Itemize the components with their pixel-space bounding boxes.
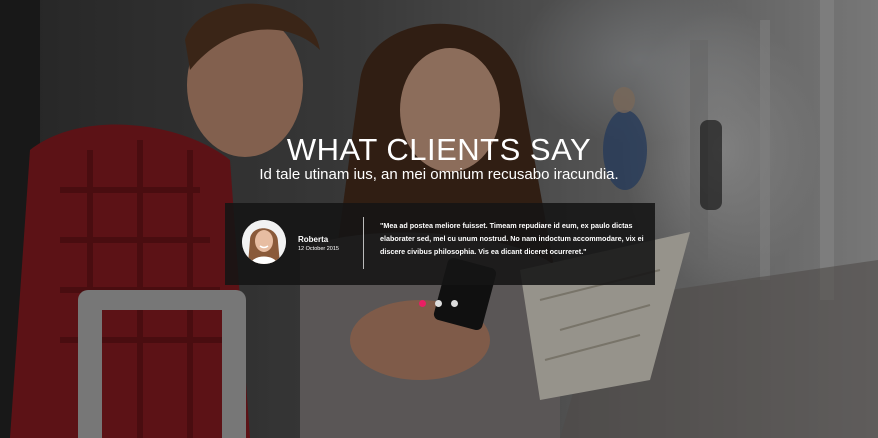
- card-divider: [363, 217, 364, 269]
- section-title: WHAT CLIENTS SAY: [286, 132, 592, 167]
- testimonial-quote: "Mea ad postea meliore fuisset. Timeam r…: [380, 221, 644, 256]
- carousel-dot-3[interactable]: [451, 300, 458, 307]
- section-subtitle: Id tale utinam ius, an mei omnium recusa…: [259, 166, 619, 183]
- testimonial-author: Roberta: [298, 235, 329, 244]
- avatar-photo: [242, 220, 286, 264]
- avatar: [242, 220, 286, 264]
- carousel-dot-1[interactable]: [419, 300, 426, 307]
- carousel-dot-2[interactable]: [435, 300, 442, 307]
- testimonial-date: 12 October 2015: [298, 246, 339, 252]
- testimonials-section: WHAT CLIENTS SAY Id tale utinam ius, an …: [0, 0, 878, 438]
- testimonial-card: Roberta 12 October 2015 "Mea ad postea m…: [225, 203, 655, 285]
